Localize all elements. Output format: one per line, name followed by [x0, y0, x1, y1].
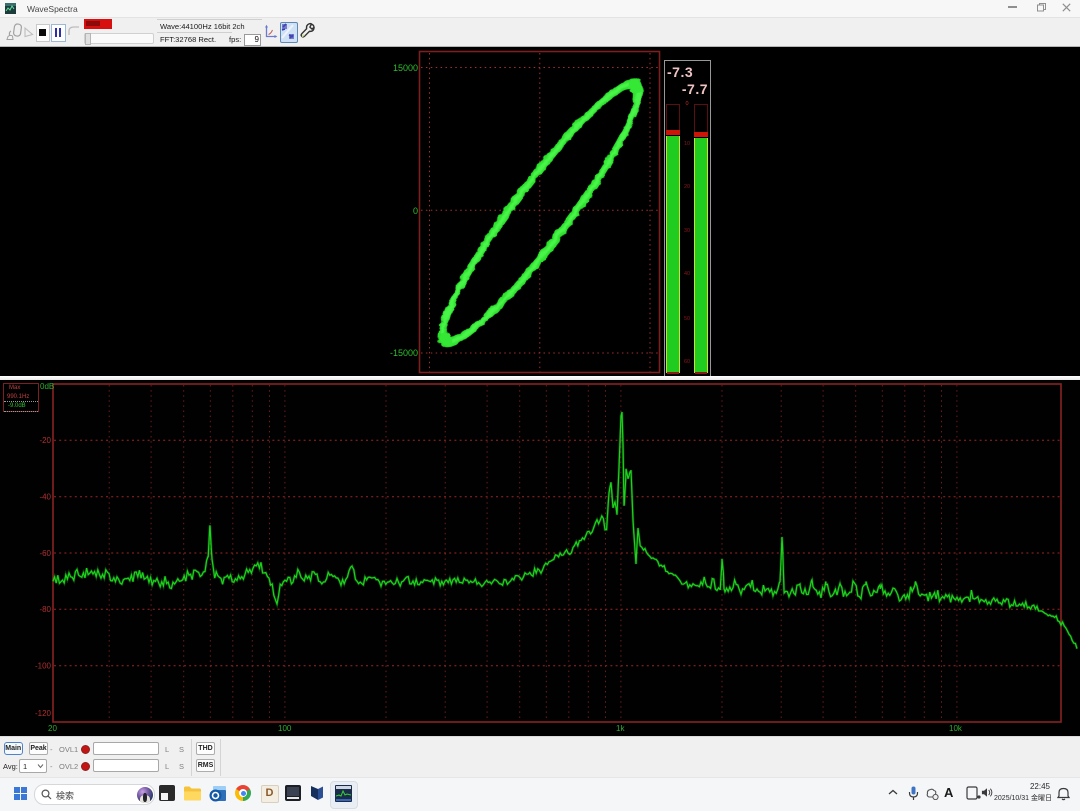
svg-text:15000: 15000: [393, 63, 418, 73]
svg-text:1k: 1k: [616, 724, 625, 733]
svg-text:0: 0: [413, 206, 418, 216]
svg-text:20: 20: [48, 724, 57, 733]
svg-text:-15000: -15000: [390, 348, 418, 358]
svg-text:-20: -20: [39, 436, 51, 445]
svg-text:-60: -60: [39, 549, 51, 558]
svg-text:0dB: 0dB: [40, 382, 54, 391]
svg-text:-120: -120: [35, 709, 52, 718]
svg-text:-80: -80: [39, 605, 51, 614]
svg-text:10k: 10k: [949, 724, 963, 733]
svg-text:-100: -100: [35, 662, 52, 671]
svg-text:100: 100: [278, 724, 292, 733]
svg-text:-40: -40: [39, 493, 51, 502]
